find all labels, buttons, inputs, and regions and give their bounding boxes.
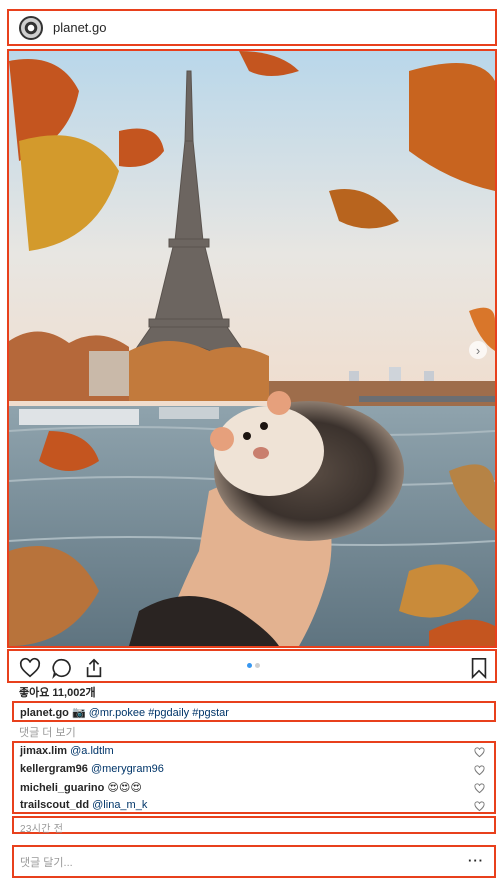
comment-heart-icon[interactable] — [474, 783, 485, 794]
caption-username[interactable]: planet.go — [20, 707, 69, 719]
profile-avatar[interactable] — [19, 15, 43, 40]
comment-heart-icon[interactable] — [474, 801, 485, 812]
comment-text: 😍😍😍 — [107, 782, 142, 794]
carousel-dot-active — [247, 663, 252, 668]
caption: planet.go 📷 @mr.pokee #pgdaily #pgstar — [12, 701, 496, 722]
post-photo[interactable]: › — [7, 49, 497, 648]
comment-username[interactable]: trailscout_dd — [20, 799, 89, 811]
post-timestamp: 23시간 전 — [12, 816, 496, 835]
comment-text[interactable]: @lina_m_k — [92, 799, 147, 811]
timestamp-text: 23시간 전 — [20, 824, 64, 835]
camera-emoji: 📷 — [71, 707, 86, 719]
comment-item: trailscout_dd @lina_m_k — [20, 799, 147, 811]
comments-list: jimax.lim @a.ldtlm kellergram96 @merygra… — [12, 741, 496, 814]
photo-illustration — [9, 51, 495, 646]
post-header: planet.go — [7, 9, 497, 46]
comment-item: micheli_guarino 😍😍😍 — [20, 781, 142, 794]
comment-username[interactable]: kellergram96 — [20, 763, 88, 775]
comment-heart-icon[interactable] — [474, 747, 485, 758]
caption-text[interactable]: @mr.pokee #pgdaily #pgstar — [89, 707, 229, 719]
comment-item: kellergram96 @merygram96 — [20, 763, 164, 775]
comment-form: ··· — [12, 845, 496, 878]
comment-username[interactable]: jimax.lim — [20, 745, 67, 757]
comment-item: jimax.lim @a.ldtlm — [20, 745, 114, 757]
comment-heart-icon[interactable] — [474, 765, 485, 776]
chevron-right-icon[interactable]: › — [469, 341, 487, 359]
bookmark-icon[interactable] — [468, 657, 490, 679]
comment-input[interactable] — [20, 854, 440, 872]
more-options-icon[interactable]: ··· — [468, 853, 484, 868]
likes-count[interactable]: 좋아요 11,002개 — [19, 684, 96, 700]
comment-text[interactable]: @a.ldtlm — [70, 745, 114, 757]
share-icon[interactable] — [83, 657, 105, 679]
comment-text[interactable]: @merygram96 — [91, 763, 164, 775]
comment-bubble-icon[interactable] — [51, 657, 73, 679]
carousel-indicator — [247, 663, 260, 668]
post-username[interactable]: planet.go — [53, 20, 107, 35]
comment-username[interactable]: micheli_guarino — [20, 782, 104, 794]
heart-icon[interactable] — [19, 657, 41, 679]
action-bar — [7, 649, 497, 683]
view-more-comments-link[interactable]: 댓글 더 보기 — [19, 724, 76, 740]
carousel-dot — [255, 663, 260, 668]
